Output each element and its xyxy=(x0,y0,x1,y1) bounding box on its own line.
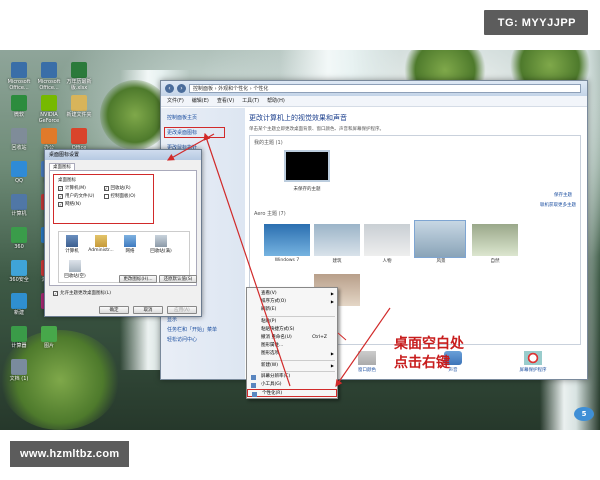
annotation-line-2: 点击右键 xyxy=(394,355,450,371)
tray-badge-icon: 5 xyxy=(574,407,594,421)
url-badge: www.hzmltbz.com xyxy=(10,441,130,467)
arrow-to-left-link xyxy=(203,132,291,387)
annotation-line-1: 桌面空白处 xyxy=(394,336,464,352)
arrow-to-dialog xyxy=(166,133,215,161)
tg-badge: TG: MYYJJPP xyxy=(483,10,588,35)
annotation-text: 桌面空白处 点击右键 xyxy=(394,335,464,373)
annotation-arrows xyxy=(166,132,391,387)
arrow-tail xyxy=(337,332,347,341)
desktop-screenshot: Microsoft Office... Microsoft Office... 万年… xyxy=(0,50,600,430)
arrow-to-menu xyxy=(335,307,391,387)
